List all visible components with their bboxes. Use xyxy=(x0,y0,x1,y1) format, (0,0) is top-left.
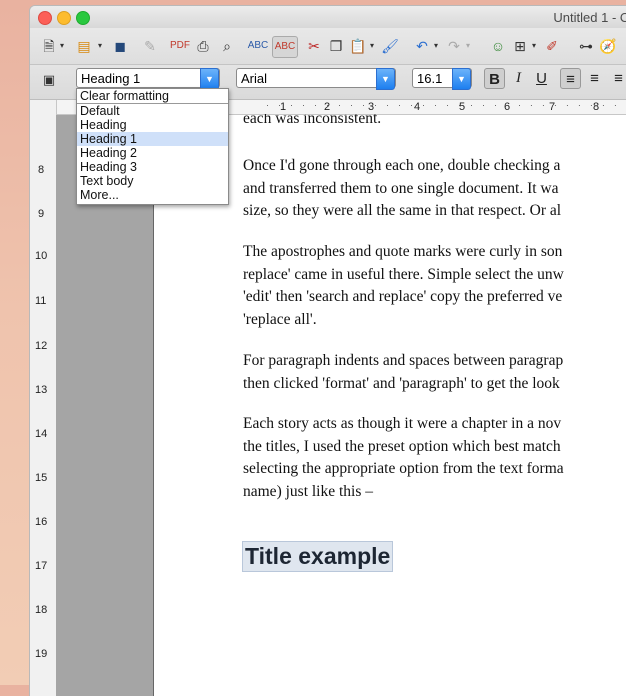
chevron-down-icon[interactable]: ▾ xyxy=(432,36,440,56)
undo-icon[interactable]: ↶ xyxy=(412,36,432,56)
chevron-down-icon[interactable]: ▼ xyxy=(200,68,219,90)
align-left-icon[interactable]: ≡ xyxy=(560,68,581,89)
navigator-icon[interactable]: ☺ xyxy=(488,36,508,56)
font-name-value[interactable]: Arial xyxy=(241,71,267,86)
text-line[interactable]: the titles, I used the preset option whi… xyxy=(243,436,626,459)
text-line[interactable]: then clicked 'format' and 'paragraph' to… xyxy=(243,373,626,396)
standard-toolbar: 🗎 ▾ ▤ ▾ ◼ ✎ PDF ⎙ ⌕ ABC ABC ✂ ❐ 📋 ▾ 🖌 ↶ … xyxy=(30,28,626,65)
ruler-label: 16 xyxy=(35,516,48,528)
dropdown-item-heading[interactable]: Heading xyxy=(77,118,228,132)
window-title: Untitled 1 - O xyxy=(553,10,626,25)
paragraph-2[interactable]: The apostrophes and quote marks were cur… xyxy=(243,241,626,331)
spellcheck-icon[interactable]: ABC xyxy=(246,36,270,56)
font-name-combo[interactable]: Arial ▼ xyxy=(236,68,396,90)
font-size-combo[interactable]: 16.1 ▼ xyxy=(412,68,472,90)
dropdown-item-text-body[interactable]: Text body xyxy=(77,174,228,188)
copy-icon[interactable]: ❐ xyxy=(326,36,346,56)
text-line[interactable]: Once I'd gone through each one, double c… xyxy=(243,155,626,178)
ruler-label: 12 xyxy=(35,340,48,352)
print-icon[interactable]: ⎙ xyxy=(192,36,214,56)
partial-line[interactable]: each was inconsistent. xyxy=(243,114,626,126)
chevron-down-icon[interactable]: ▼ xyxy=(452,68,471,90)
ruler-label: 9 xyxy=(38,208,45,220)
dropdown-item-clear-formatting[interactable]: Clear formatting xyxy=(77,89,228,104)
paragraph-style-combo[interactable]: Heading 1 ▼ xyxy=(76,68,220,90)
cut-icon[interactable]: ✂ xyxy=(304,36,324,56)
align-center-icon[interactable]: ≡ xyxy=(584,68,605,89)
ruler-label: 18 xyxy=(35,604,48,616)
paste-icon[interactable]: 📋 xyxy=(348,36,368,56)
paragraph-style-value[interactable]: Heading 1 xyxy=(81,71,140,86)
paragraph-style-dropdown[interactable]: Clear formatting Default Heading Heading… xyxy=(76,88,229,205)
title-bar: Untitled 1 - O xyxy=(30,6,626,28)
redo-icon[interactable]: ↷ xyxy=(444,36,464,56)
dropdown-item-heading-1[interactable]: Heading 1 xyxy=(77,132,228,146)
title-example-heading[interactable]: Title example xyxy=(242,541,394,572)
underline-button[interactable]: U xyxy=(531,68,552,89)
text-line[interactable]: 'edit' then 'search and replace' copy th… xyxy=(243,286,626,309)
zoom-window-button[interactable] xyxy=(76,11,90,25)
export-pdf-icon[interactable]: PDF xyxy=(170,36,190,56)
clone-formatting-icon[interactable]: 🖌 xyxy=(380,36,400,56)
ruler-label: 10 xyxy=(35,250,48,262)
writer-window: Untitled 1 - O 🗎 ▾ ▤ ▾ ◼ ✎ PDF ⎙ ⌕ ABC A… xyxy=(30,6,626,696)
ruler-label: 14 xyxy=(35,428,48,440)
save-icon[interactable]: ◼ xyxy=(110,36,130,56)
text-line[interactable]: replace' came in useful there. Simple se… xyxy=(243,264,626,287)
italic-button[interactable]: I xyxy=(508,68,529,89)
align-right-icon[interactable]: ≡ xyxy=(608,68,626,89)
ruler-label: 8 xyxy=(38,164,45,176)
text-line[interactable]: For paragraph indents and spaces between… xyxy=(243,350,626,373)
text-line[interactable]: size, so they were all the same in that … xyxy=(243,200,626,223)
edit-file-icon[interactable]: ✎ xyxy=(140,36,160,56)
draw-functions-icon[interactable]: ✐ xyxy=(542,36,562,56)
dropdown-item-heading-2[interactable]: Heading 2 xyxy=(77,146,228,160)
close-window-button[interactable] xyxy=(38,11,52,25)
chevron-down-icon[interactable]: ▾ xyxy=(368,36,376,56)
paragraph-4[interactable]: Each story acts as though it were a chap… xyxy=(243,413,626,503)
text-line[interactable]: name) just like this – xyxy=(243,481,626,504)
paragraph-3[interactable]: For paragraph indents and spaces between… xyxy=(243,350,626,395)
ruler-label: 11 xyxy=(35,295,47,307)
text-line[interactable]: 'replace all'. xyxy=(243,309,626,332)
chevron-down-icon[interactable]: ▾ xyxy=(96,36,104,56)
dropdown-item-heading-3[interactable]: Heading 3 xyxy=(77,160,228,174)
dropdown-item-default[interactable]: Default xyxy=(77,104,228,118)
ruler-ticks: ········································… xyxy=(266,100,626,110)
open-folder-icon[interactable]: ▤ xyxy=(74,36,94,56)
text-line[interactable]: Each story acts as though it were a chap… xyxy=(243,413,626,436)
ruler-label: 17 xyxy=(35,560,48,572)
ruler-label: 19 xyxy=(35,648,48,660)
vertical-ruler[interactable]: 8 9 10 11 12 13 14 15 16 17 18 19 xyxy=(30,100,57,696)
find-binoculars-icon[interactable]: ⊶ xyxy=(576,36,596,56)
compass-icon[interactable]: 🧭 xyxy=(598,36,618,56)
new-document-icon[interactable]: 🗎 xyxy=(40,36,58,56)
styles-icon[interactable]: ▣ xyxy=(40,70,58,90)
chevron-down-icon[interactable]: ▼ xyxy=(376,68,395,90)
autospellcheck-icon[interactable]: ABC xyxy=(272,36,298,58)
minimize-window-button[interactable] xyxy=(57,11,71,25)
ruler-label: 15 xyxy=(35,472,48,484)
text-line[interactable]: The apostrophes and quote marks were cur… xyxy=(243,241,626,264)
document-line[interactable]: each was inconsistent. xyxy=(243,114,626,128)
chevron-down-icon[interactable]: ▾ xyxy=(530,36,538,56)
font-size-value[interactable]: 16.1 xyxy=(417,71,442,86)
ruler-label: 13 xyxy=(35,384,48,396)
paragraph-1[interactable]: Once I'd gone through each one, double c… xyxy=(243,155,626,223)
print-preview-icon[interactable]: ⌕ xyxy=(216,36,238,56)
dropdown-item-more[interactable]: More... xyxy=(77,188,228,202)
text-line[interactable]: and transferred them to one single docum… xyxy=(243,178,626,201)
chevron-down-icon[interactable]: ▾ xyxy=(58,36,66,56)
chevron-down-icon[interactable]: ▾ xyxy=(464,36,472,56)
text-line[interactable]: selecting the appropriate option from th… xyxy=(243,458,626,481)
bold-button[interactable]: B xyxy=(484,68,505,89)
table-icon[interactable]: ⊞ xyxy=(510,36,530,56)
